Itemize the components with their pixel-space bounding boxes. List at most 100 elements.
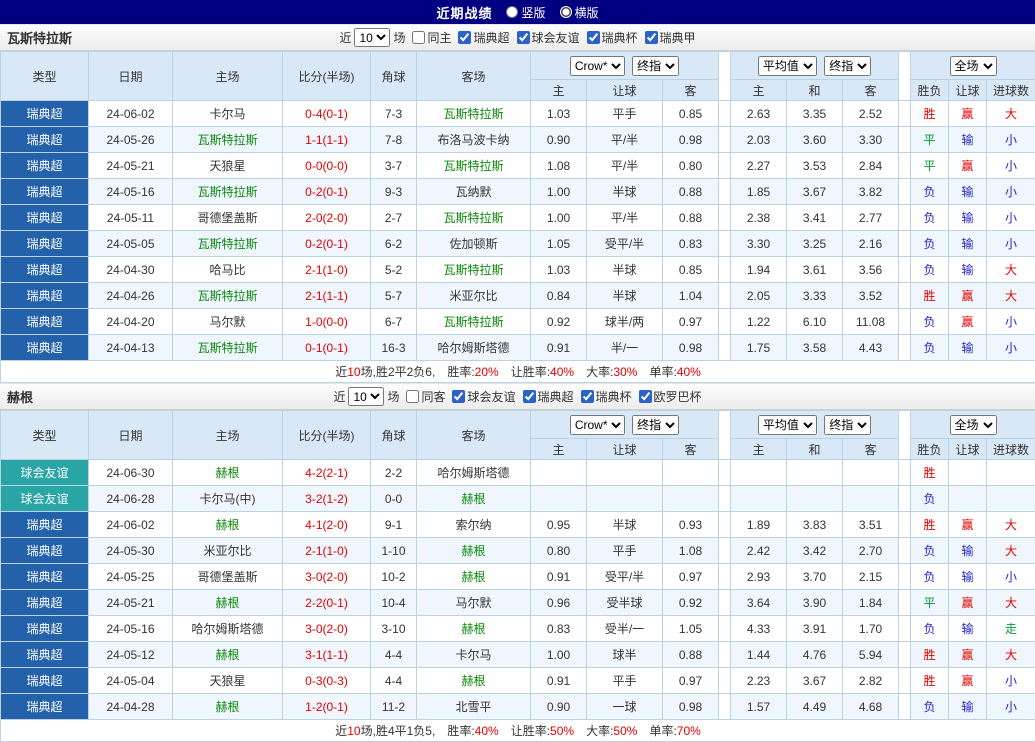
bookmaker-select[interactable]: Crow* — [570, 56, 625, 76]
stat-value: 30% — [613, 365, 637, 379]
league-filter-input[interactable] — [587, 31, 600, 44]
handicap-result-cell: 输 — [949, 179, 987, 205]
score-cell: 2-0(2-0) — [283, 205, 371, 231]
league-filter-checkbox[interactable]: 瑞典杯 — [587, 29, 638, 46]
score-cell: 0-0(0-0) — [283, 153, 371, 179]
away-team-cell: 赫根 — [417, 616, 531, 642]
table-row: 瑞典超 24-05-30 米亚尔比 2-1(1-0) 1-10 赫根 0.80 … — [1, 538, 1035, 564]
layout-radio-vertical[interactable]: 竖版 — [506, 4, 545, 21]
layout-radio-horizontal[interactable]: 横版 — [560, 4, 599, 21]
goals-result-cell: 小 — [987, 309, 1035, 335]
column-separator — [719, 205, 731, 231]
recent-results-table-vasteras: 类型 日期 主场 比分(半场) 角球 客场 Crow* 终指 平均值 终指 全场 — [0, 51, 1035, 383]
away-odds-cell: 0.97 — [663, 668, 719, 694]
scope-select[interactable]: 全场 — [950, 415, 997, 435]
final-odds-select-2[interactable]: 终指 — [824, 56, 871, 76]
corner-cell: 3-7 — [371, 153, 417, 179]
league-filter-input[interactable] — [517, 31, 530, 44]
away-odds-cell: 1.08 — [663, 538, 719, 564]
league-filter-checkbox[interactable]: 瑞典杯 — [581, 388, 632, 405]
match-count-select[interactable]: 10 — [354, 28, 390, 47]
vertical-radio-input[interactable] — [506, 6, 518, 18]
final-odds-select-2[interactable]: 终指 — [824, 415, 871, 435]
result-cell: 胜 — [911, 668, 949, 694]
stat-value: 70% — [677, 724, 701, 738]
bookmaker-select[interactable]: Crow* — [570, 415, 625, 435]
final-odds-select[interactable]: 终指 — [632, 415, 679, 435]
league-filter-input[interactable] — [639, 390, 652, 403]
home-team-cell: 哈尔姆斯塔德 — [173, 616, 283, 642]
league-filter-input[interactable] — [645, 31, 658, 44]
avg-away-odds-cell: 2.84 — [843, 153, 899, 179]
home-team-cell: 赫根 — [173, 460, 283, 486]
league-type-cell: 瑞典超 — [1, 179, 89, 205]
summary-stat: 胜率:40% — [447, 724, 498, 738]
away-odds-cell: 0.80 — [663, 153, 719, 179]
league-type-cell: 瑞典超 — [1, 257, 89, 283]
goals-result-cell: 大 — [987, 538, 1035, 564]
league-filter-input[interactable] — [452, 390, 465, 403]
handicap-result-cell: 赢 — [949, 668, 987, 694]
same-venue-input[interactable] — [412, 31, 425, 44]
avg-home-odds-cell: 2.42 — [731, 538, 787, 564]
away-odds-cell: 0.92 — [663, 590, 719, 616]
league-filter-checkbox[interactable]: 瑞典超 — [458, 29, 509, 46]
match-count-select[interactable]: 10 — [348, 387, 384, 406]
same-venue-checkbox[interactable]: 同主 — [412, 29, 451, 46]
same-venue-checkbox[interactable]: 同客 — [406, 388, 445, 405]
corner-cell: 7-8 — [371, 127, 417, 153]
column-separator — [719, 564, 731, 590]
league-filter-checkbox[interactable]: 球会友谊 — [517, 29, 580, 46]
away-team-cell: 北雪平 — [417, 694, 531, 720]
league-filter-checkbox[interactable]: 瑞典超 — [523, 388, 574, 405]
col-header-away: 客场 — [417, 411, 531, 460]
avg-home-odds-cell: 1.75 — [731, 335, 787, 361]
final-odds-select[interactable]: 终指 — [632, 56, 679, 76]
col-header-away: 客场 — [417, 52, 531, 101]
average-select[interactable]: 平均值 — [758, 56, 817, 76]
result-cell: 负 — [911, 205, 949, 231]
league-filter-input[interactable] — [581, 390, 594, 403]
score-cell: 2-2(0-1) — [283, 590, 371, 616]
league-type-cell: 瑞典超 — [1, 309, 89, 335]
column-separator — [899, 564, 911, 590]
league-type-cell: 瑞典超 — [1, 231, 89, 257]
filter-controls: 近 10 场 同客 球会友谊 瑞典超 瑞典杯 欧罗巴杯 — [333, 387, 701, 406]
date-cell: 24-05-26 — [89, 127, 173, 153]
league-filter-input[interactable] — [523, 390, 536, 403]
avg-home-odds-cell: 1.22 — [731, 309, 787, 335]
col-header-date: 日期 — [89, 52, 173, 101]
league-type-cell: 瑞典超 — [1, 283, 89, 309]
horizontal-radio-input[interactable] — [560, 6, 572, 18]
avg-away-odds-cell: 2.16 — [843, 231, 899, 257]
league-filter-input[interactable] — [458, 31, 471, 44]
date-cell: 24-05-21 — [89, 590, 173, 616]
home-team-cell: 瓦斯特拉斯 — [173, 283, 283, 309]
avg-draw-odds-cell: 3.25 — [787, 231, 843, 257]
corner-cell: 11-2 — [371, 694, 417, 720]
corner-cell: 9-1 — [371, 512, 417, 538]
away-odds-cell: 0.83 — [663, 231, 719, 257]
column-separator — [719, 616, 731, 642]
column-separator — [899, 309, 911, 335]
league-filter-checkbox[interactable]: 球会友谊 — [452, 388, 515, 405]
column-separator — [899, 642, 911, 668]
column-separator — [899, 231, 911, 257]
column-separator — [899, 52, 911, 101]
result-cell: 平 — [911, 590, 949, 616]
corner-cell: 1-10 — [371, 538, 417, 564]
corner-cell: 6-2 — [371, 231, 417, 257]
handicap-cell — [587, 460, 663, 486]
date-cell: 24-05-04 — [89, 668, 173, 694]
league-filter-checkbox[interactable]: 欧罗巴杯 — [639, 388, 702, 405]
average-select[interactable]: 平均值 — [758, 415, 817, 435]
games-label: 场 — [387, 388, 399, 405]
scope-select[interactable]: 全场 — [950, 56, 997, 76]
avg-draw-odds-cell: 3.35 — [787, 101, 843, 127]
home-team-cell: 瓦斯特拉斯 — [173, 127, 283, 153]
result-group-header: 全场 — [911, 52, 1035, 80]
league-filter-checkbox[interactable]: 瑞典甲 — [645, 29, 696, 46]
column-separator — [899, 460, 911, 486]
same-venue-input[interactable] — [406, 390, 419, 403]
score-cell: 0-4(0-1) — [283, 101, 371, 127]
